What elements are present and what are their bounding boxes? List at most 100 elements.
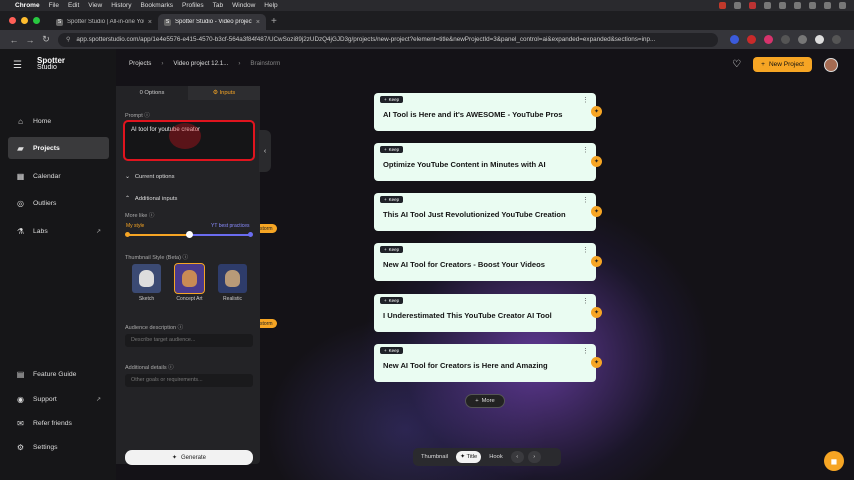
status-icon[interactable] bbox=[749, 2, 756, 9]
browser-tab-active[interactable]: S Spotter Studio - Video project 12.1 × bbox=[158, 14, 266, 30]
sparkle-icon[interactable]: ✦ bbox=[591, 156, 602, 167]
more-button[interactable]: + More bbox=[465, 394, 505, 408]
style-realistic[interactable]: Realistic bbox=[218, 264, 247, 302]
sparkle-icon[interactable]: ✦ bbox=[591, 256, 602, 267]
menu-help[interactable]: Help bbox=[264, 2, 277, 9]
search-icon[interactable] bbox=[824, 2, 831, 9]
keep-button[interactable]: + Keep bbox=[380, 246, 404, 253]
menu-view[interactable]: View bbox=[88, 2, 102, 9]
sparkle-icon[interactable]: ✦ bbox=[591, 106, 602, 117]
close-tab-icon[interactable]: × bbox=[256, 19, 260, 26]
prev-arrow-icon[interactable]: ‹ bbox=[510, 451, 524, 463]
generate-button[interactable]: ✦ Generate bbox=[125, 450, 253, 465]
menu-window[interactable]: Window bbox=[232, 2, 255, 9]
extension-icon[interactable] bbox=[764, 35, 773, 44]
forward-icon[interactable]: → bbox=[22, 35, 38, 45]
chat-support-button[interactable]: ◼ bbox=[824, 451, 844, 471]
menu-profiles[interactable]: Profiles bbox=[182, 2, 204, 9]
breadcrumb-video[interactable]: Video project 12.1... bbox=[173, 60, 228, 67]
next-arrow-icon[interactable]: › bbox=[527, 451, 541, 463]
title-card[interactable]: + Keep ⋮ AI Tool is Here and it's AWESOME… bbox=[374, 93, 602, 131]
more-options-icon[interactable]: ⋮ bbox=[582, 246, 589, 254]
menu-app[interactable]: Chrome bbox=[15, 2, 40, 9]
status-icon[interactable] bbox=[734, 2, 741, 9]
collapse-panel-button[interactable]: ‹ bbox=[259, 130, 271, 172]
tab-options[interactable]: 0 Options bbox=[116, 86, 188, 100]
menu-file[interactable]: File bbox=[49, 2, 59, 9]
tab-title[interactable]: ✦ Title bbox=[456, 451, 482, 463]
sidebar-item-home[interactable]: ⌂ Home bbox=[8, 110, 109, 132]
more-options-icon[interactable]: ⋮ bbox=[582, 96, 589, 104]
keep-button[interactable]: + Keep bbox=[380, 96, 404, 103]
hamburger-icon[interactable]: ☰ bbox=[13, 60, 22, 71]
style-sketch[interactable]: Sketch bbox=[132, 264, 161, 302]
status-icon[interactable] bbox=[794, 2, 801, 9]
minimize-window-button[interactable] bbox=[21, 17, 28, 24]
menu-history[interactable]: History bbox=[111, 2, 131, 9]
heart-icon[interactable]: ♡ bbox=[732, 59, 741, 70]
menu-edit[interactable]: Edit bbox=[68, 2, 79, 9]
menu-bookmarks[interactable]: Bookmarks bbox=[140, 2, 173, 9]
site-info-icon[interactable]: ⚲ bbox=[66, 36, 70, 43]
additional-inputs-toggle[interactable]: ⌃ Additional inputs bbox=[125, 196, 177, 202]
tab-inputs[interactable]: ⚙ Inputs bbox=[188, 86, 260, 100]
more-options-icon[interactable]: ⋮ bbox=[582, 347, 589, 355]
style-slider[interactable] bbox=[125, 231, 253, 238]
logo[interactable]: Spotter Studio bbox=[37, 57, 65, 72]
status-icon[interactable] bbox=[779, 2, 786, 9]
extension-icon[interactable] bbox=[747, 35, 756, 44]
keep-button[interactable]: + Keep bbox=[380, 146, 404, 153]
extension-icon[interactable] bbox=[798, 35, 807, 44]
sidebar-item-projects[interactable]: ▰ Projects bbox=[8, 137, 109, 159]
maximize-window-button[interactable] bbox=[33, 17, 40, 24]
keep-button[interactable]: + Keep bbox=[380, 297, 404, 304]
sidebar-item-outliers[interactable]: ◎ Outliers bbox=[8, 192, 109, 214]
control-center-icon[interactable] bbox=[839, 2, 846, 9]
new-project-button[interactable]: + New Project bbox=[753, 57, 812, 72]
close-window-button[interactable] bbox=[9, 17, 16, 24]
more-options-icon[interactable]: ⋮ bbox=[582, 146, 589, 154]
back-icon[interactable]: ← bbox=[6, 35, 22, 45]
menu-tab[interactable]: Tab bbox=[213, 2, 223, 9]
style-concept-art[interactable]: Concept Art bbox=[174, 263, 205, 302]
title-card[interactable]: + Keep ⋮ New AI Tool for Creators is Here… bbox=[374, 344, 602, 382]
sidebar-item-support[interactable]: ◉ Support ↗ bbox=[8, 388, 109, 410]
address-bar[interactable]: ⚲ app.spotterstudio.com/app/1e4e5576-e41… bbox=[58, 32, 718, 47]
title-card[interactable]: + Keep ⋮ This AI Tool Just Revolutionized… bbox=[374, 193, 602, 231]
sparkle-icon[interactable]: ✦ bbox=[591, 307, 602, 318]
title-card[interactable]: + Keep ⋮ New AI Tool for Creators - Boost… bbox=[374, 243, 602, 281]
menu-icon[interactable] bbox=[832, 35, 841, 44]
audience-input[interactable]: Describe target audience... bbox=[125, 334, 253, 347]
close-tab-icon[interactable]: × bbox=[148, 19, 152, 26]
more-options-icon[interactable]: ⋮ bbox=[582, 196, 589, 204]
keep-button[interactable]: + Keep bbox=[380, 347, 404, 354]
wifi-icon[interactable] bbox=[809, 2, 816, 9]
breadcrumb-projects[interactable]: Projects bbox=[129, 60, 151, 67]
sparkle-icon[interactable]: ✦ bbox=[591, 357, 602, 368]
sidebar-item-feature-guide[interactable]: ▤ Feature Guide bbox=[8, 363, 109, 385]
title-card[interactable]: + Keep ⋮ Optimize YouTube Content in Minu… bbox=[374, 143, 602, 181]
sidebar-item-settings[interactable]: ⚙ Settings bbox=[8, 436, 109, 458]
new-tab-button[interactable]: + bbox=[271, 16, 277, 27]
more-options-icon[interactable]: ⋮ bbox=[582, 297, 589, 305]
status-icon[interactable] bbox=[764, 2, 771, 9]
title-card[interactable]: + Keep ⋮ I Underestimated This YouTube Cr… bbox=[374, 294, 602, 332]
avatar[interactable] bbox=[824, 57, 838, 72]
extension-icon[interactable] bbox=[730, 35, 739, 44]
details-input[interactable]: Other goals or requirements... bbox=[125, 374, 253, 387]
current-options-toggle[interactable]: ⌄ Current options bbox=[125, 174, 175, 180]
sketch-image bbox=[132, 264, 161, 293]
sidebar-item-labs[interactable]: ⚗ Labs ↗ bbox=[8, 220, 109, 242]
profile-icon[interactable] bbox=[815, 35, 824, 44]
reload-icon[interactable]: ↻ bbox=[38, 34, 54, 45]
browser-tab[interactable]: S Spotter Studio | All-in-one YouTube × bbox=[50, 14, 158, 30]
extension-icon[interactable] bbox=[781, 35, 790, 44]
sidebar-item-calendar[interactable]: ▦ Calendar bbox=[8, 165, 109, 187]
sidebar-item-refer[interactable]: ✉ Refer friends bbox=[8, 412, 109, 434]
tab-thumbnail[interactable]: Thumbnail bbox=[417, 451, 452, 463]
sparkle-icon[interactable]: ✦ bbox=[591, 206, 602, 217]
slider-knob[interactable] bbox=[186, 231, 193, 238]
status-icon[interactable] bbox=[719, 2, 726, 9]
keep-button[interactable]: + Keep bbox=[380, 196, 404, 203]
tab-hook[interactable]: Hook bbox=[485, 451, 507, 463]
